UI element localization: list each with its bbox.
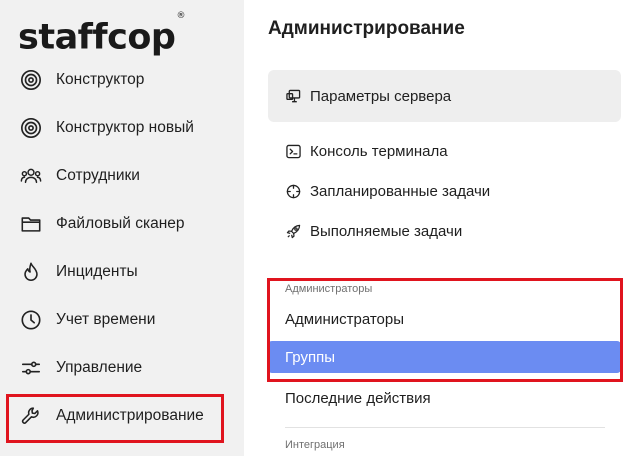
sidebar-item-constructor-new[interactable]: Конструктор новый (18, 111, 228, 145)
monitor-icon (284, 87, 302, 105)
sidebar-item-time-tracking[interactable]: Учет времени (18, 303, 228, 337)
menu-item-label: Запланированные задачи (310, 182, 491, 200)
sidebar-item-label: Конструктор (56, 71, 145, 88)
main-panel: Администрирование Параметры сервера Конс… (244, 0, 631, 456)
sidebar-item-management[interactable]: Управление (18, 351, 228, 385)
menu-item-running-tasks[interactable]: Выполняемые задачи (268, 211, 621, 251)
sub-item-administrators[interactable]: Администраторы (268, 303, 621, 335)
menu-item-label: Консоль терминала (310, 142, 448, 160)
sidebar-item-label: Файловый сканер (56, 215, 185, 232)
crosshair-icon (284, 182, 302, 200)
rocket-icon (284, 222, 302, 240)
brand-trademark: ® (176, 11, 185, 21)
sidebar-item-label: Управление (56, 359, 143, 376)
sub-item-recent-actions[interactable]: Последние действия (268, 382, 621, 414)
section-caption-admins: Администраторы (285, 283, 373, 295)
terminal-icon (284, 142, 302, 160)
folder-icon (18, 211, 44, 237)
target-icon (18, 115, 44, 141)
flame-icon (18, 259, 44, 285)
sidebar-item-incidents[interactable]: Инциденты (18, 255, 228, 289)
wrench-icon (18, 403, 44, 429)
menu-item-terminal-console[interactable]: Консоль терминала (268, 131, 621, 171)
clock-icon (18, 307, 44, 333)
sidebar-item-label: Инциденты (56, 263, 138, 280)
menu-item-label: Выполняемые задачи (310, 222, 463, 240)
sidebar-item-label: Конструктор новый (56, 119, 194, 136)
sidebar-item-constructor[interactable]: Конструктор (18, 63, 228, 97)
sidebar-item-file-scanner[interactable]: Файловый сканер (18, 207, 228, 241)
target-icon (18, 67, 44, 93)
people-icon (18, 163, 44, 189)
brand-logo[interactable]: staffcop® (18, 11, 185, 60)
menu-item-scheduled-tasks[interactable]: Запланированные задачи (268, 171, 621, 211)
page-title: Администрирование (268, 18, 465, 39)
sidebar: staffcop® Конструктор Конструктор новый … (0, 0, 244, 456)
section-divider (285, 427, 605, 428)
sidebar-item-employees[interactable]: Сотрудники (18, 159, 228, 193)
menu-item-server-settings[interactable]: Параметры сервера (268, 70, 621, 122)
sidebar-item-label: Учет времени (56, 311, 156, 328)
section-caption-integration: Интеграция (285, 439, 345, 451)
sub-item-groups[interactable]: Группы (268, 341, 621, 373)
sidebar-item-label: Администрирование (56, 407, 204, 424)
brand-name: staffcop (18, 17, 176, 58)
sliders-icon (18, 355, 44, 381)
menu-item-label: Параметры сервера (310, 87, 452, 105)
sidebar-item-administration[interactable]: Администрирование (18, 399, 228, 433)
sidebar-item-label: Сотрудники (56, 167, 140, 184)
